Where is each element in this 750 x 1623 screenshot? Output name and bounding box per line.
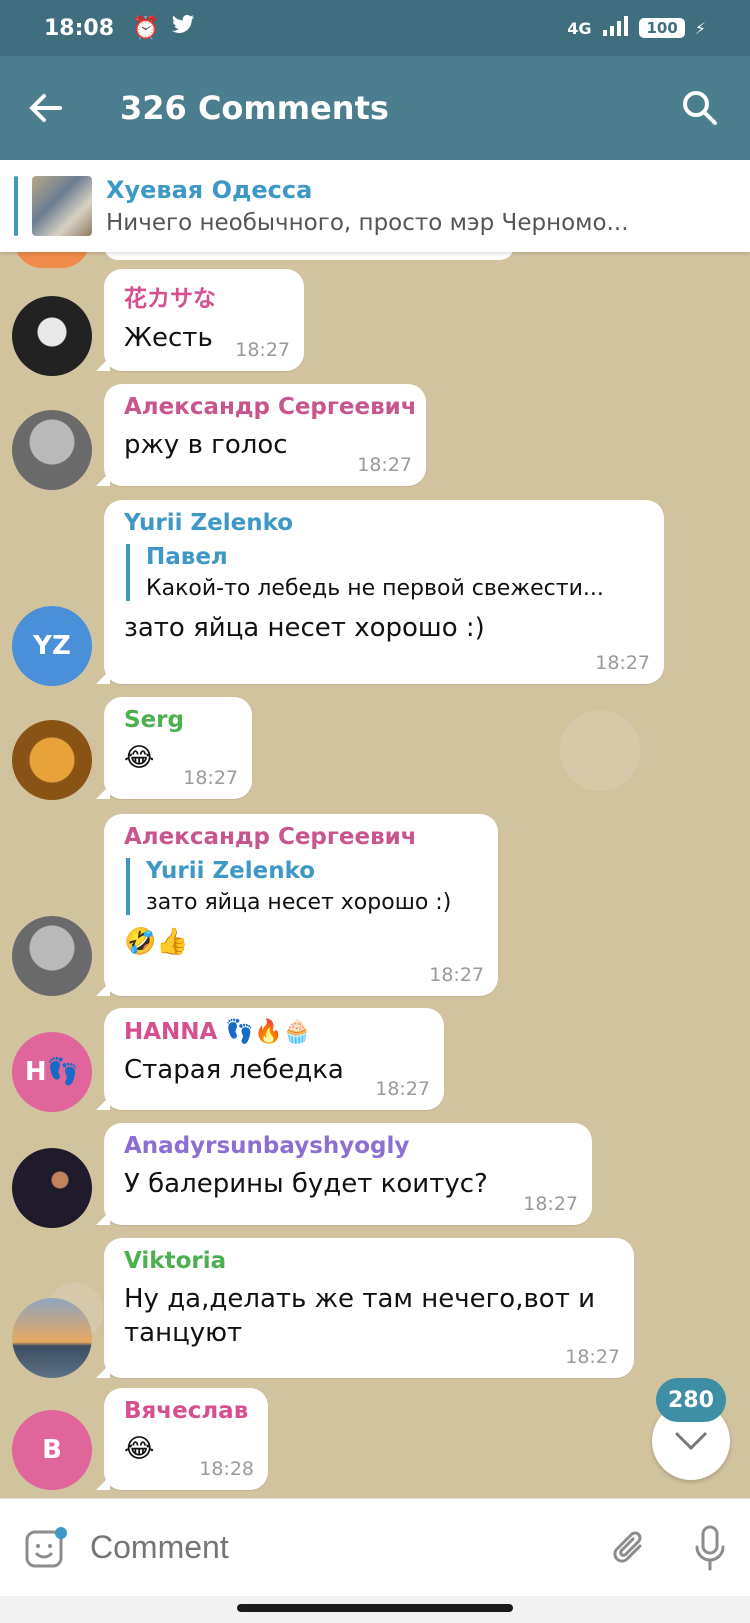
message-time: 18:27 xyxy=(595,652,650,674)
avatar[interactable] xyxy=(12,410,92,490)
message-bubble[interactable]: Serg 😂 18:27 xyxy=(96,697,252,799)
message-text: зато яйца несет хорошо :) xyxy=(124,613,485,643)
message-author: Viktoria xyxy=(124,1248,227,1274)
reply-quote[interactable]: Павел Какой-то лебедь не первой свежести… xyxy=(126,544,644,601)
message-bubble[interactable]: Yurii Zelenko Павел Какой-то лебедь не п… xyxy=(96,500,664,684)
message-text: Ну да,делать же там нечего,вот и танцуют xyxy=(124,1284,595,1348)
avatar[interactable] xyxy=(12,720,92,800)
network-label: 4G xyxy=(567,18,592,38)
message-author: Yurii Zelenko xyxy=(124,510,294,536)
twitter-icon xyxy=(171,14,195,41)
status-time: 18:08 xyxy=(44,15,115,41)
reply-author: Yurii Zelenko xyxy=(146,858,316,884)
charging-icon: ⚡ xyxy=(694,18,706,38)
search-icon xyxy=(683,91,717,125)
message-time: 18:27 xyxy=(375,1078,430,1100)
microphone-icon xyxy=(695,1525,725,1570)
pinned-thumbnail xyxy=(32,176,92,236)
message-bubble[interactable]: Anadyrsunbayshyogly У балерины будет кои… xyxy=(96,1123,592,1225)
pinned-text: Ничего необычного, просто мэр Черномо... xyxy=(106,210,629,236)
mic-button[interactable] xyxy=(670,1499,750,1597)
back-arrow-icon xyxy=(29,94,62,122)
message-bubble[interactable]: Viktoria Ну да,делать же там нечего,вот … xyxy=(96,1238,634,1378)
reply-quote[interactable]: Yurii Zelenko зато яйца несет хорошо :) xyxy=(126,858,478,915)
paperclip-icon xyxy=(613,1531,642,1563)
message-author: Anadyrsunbayshyogly xyxy=(124,1133,410,1159)
sticker-button[interactable] xyxy=(0,1499,90,1597)
message-time: 18:27 xyxy=(523,1193,578,1215)
pinned-accent-bar xyxy=(14,176,18,236)
page-title: 326 Comments xyxy=(120,89,389,127)
message-bubble[interactable]: Александр Сергеевич ржу в голос 18:27 xyxy=(96,384,426,486)
reply-text: зато яйца несет хорошо :) xyxy=(146,890,452,915)
avatar[interactable] xyxy=(12,916,92,996)
attach-button[interactable] xyxy=(590,1499,670,1597)
system-nav-bar xyxy=(0,1596,750,1623)
message-author: HANNA 👣🔥🧁 xyxy=(124,1019,312,1045)
avatar-initials: В xyxy=(42,1435,62,1465)
signal-icon xyxy=(601,16,629,40)
comment-composer xyxy=(0,1498,750,1596)
message-bubble[interactable]: Александр Сергеевич Yurii Zelenko зато я… xyxy=(96,814,498,996)
avatar[interactable]: YZ xyxy=(12,606,92,686)
message-time: 18:27 xyxy=(357,454,412,476)
status-bar: 18:08 ⏰ 4G 100 ⚡ xyxy=(0,0,750,56)
search-button[interactable] xyxy=(670,78,730,138)
pinned-message[interactable]: Хуевая Одесса Ничего необычного, просто … xyxy=(0,160,750,252)
message-bubble[interactable]: 花カサな Жесть 18:27 xyxy=(96,269,304,371)
reply-text: Какой-то лебедь не первой свежести... xyxy=(146,576,604,601)
message-bubble[interactable]: Вячеслав 😂 18:28 xyxy=(96,1388,268,1490)
message-author: 花カサな xyxy=(124,286,216,312)
avatar[interactable] xyxy=(14,252,90,268)
chat-area[interactable]: 花カサな Жесть 18:27 Александр Сергеевич ржу… xyxy=(0,252,750,1498)
pinned-title: Хуевая Одесса xyxy=(106,176,313,204)
message-author: Александр Сергеевич xyxy=(124,394,417,420)
message-author: Александр Сергеевич xyxy=(124,824,417,850)
avatar[interactable] xyxy=(12,1148,92,1228)
message-time: 18:27 xyxy=(565,1346,620,1368)
alarm-icon: ⏰ xyxy=(132,15,160,41)
unread-count-badge: 280 xyxy=(656,1378,726,1422)
message-time: 18:28 xyxy=(199,1458,254,1480)
comment-input[interactable] xyxy=(90,1529,590,1566)
message-emoji: 🤣👍 xyxy=(124,927,189,957)
message-time: 18:27 xyxy=(183,767,238,789)
message-author: Вячеслав xyxy=(124,1398,249,1424)
home-indicator[interactable] xyxy=(237,1604,513,1612)
message-time: 18:27 xyxy=(429,964,484,986)
message-author: Serg xyxy=(124,707,184,733)
message-bubble[interactable] xyxy=(104,252,514,260)
back-button[interactable] xyxy=(0,56,90,160)
message-time: 18:27 xyxy=(235,339,290,361)
sticker-icon xyxy=(25,1526,67,1567)
message-bubble[interactable]: HANNA 👣🔥🧁 Старая лебедка 18:27 xyxy=(96,1008,444,1110)
battery-indicator: 100 xyxy=(639,18,685,38)
avatar-initials: YZ xyxy=(33,631,71,661)
message-text: У балерины будет коитус? xyxy=(124,1169,488,1199)
app-header: 326 Comments xyxy=(0,56,750,160)
avatar[interactable]: H👣 xyxy=(12,1032,92,1112)
avatar-initials: H👣 xyxy=(24,1057,80,1087)
avatar[interactable] xyxy=(12,296,92,376)
chevron-down-icon xyxy=(675,1432,707,1451)
avatar[interactable]: В xyxy=(12,1410,92,1490)
avatar[interactable] xyxy=(12,1298,92,1378)
reply-author: Павел xyxy=(146,544,228,570)
